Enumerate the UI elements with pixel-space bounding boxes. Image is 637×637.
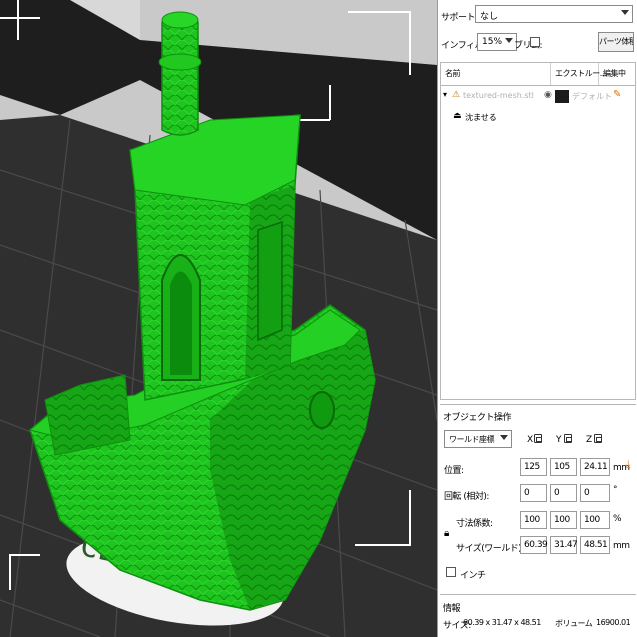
settings-panel: サポート: なし インフィル: 15% ブリム: パーツ体積... 名前 エクス… <box>437 0 637 637</box>
brim-checkbox[interactable] <box>530 37 540 47</box>
size-unit: mm <box>613 541 630 551</box>
infill-select[interactable]: 15% <box>477 33 517 51</box>
axis-y-label: Y <box>556 435 562 445</box>
infill-value: 15% <box>482 37 503 47</box>
rotation-label: 回転 (相対): <box>444 492 489 502</box>
info-size-value: 60.39 x 31.47 x 48.51 <box>463 618 541 627</box>
lock-icon[interactable] <box>564 434 572 443</box>
rotation-unit: ° <box>613 485 618 495</box>
list-item-object[interactable]: ▾ ⚠ textured-mesh.stl ◉ デフォルト ✎ <box>441 88 635 106</box>
info-volume-label: ボリューム <box>555 619 593 628</box>
warning-icon: ⚠ <box>452 90 461 100</box>
expand-arrow-icon[interactable]: ▾ <box>443 90 447 99</box>
drop-to-bed-button[interactable]: ⤓ <box>626 459 630 470</box>
size-label: サイズ(ワールド): <box>456 544 524 554</box>
col-edit-header[interactable]: 編集中 <box>599 63 637 85</box>
chevron-down-icon <box>505 38 513 43</box>
coord-value: ワールド座標 <box>449 435 495 444</box>
scale-label: 寸法係数: <box>456 519 493 529</box>
3d-viewport[interactable]: CL3D•XYS <box>0 0 437 637</box>
coord-select[interactable]: ワールド座標 <box>444 430 512 448</box>
support-value: なし <box>480 12 499 22</box>
chevron-down-icon <box>621 10 629 15</box>
object-name: textured-mesh.stl <box>463 91 534 100</box>
part-settings-button[interactable]: パーツ体積... <box>598 32 634 52</box>
manipulation-title: オブジェクト操作 <box>443 413 512 423</box>
position-x-field[interactable]: 125 <box>520 458 547 476</box>
scale-unit: % <box>613 514 622 524</box>
edit-icon[interactable]: ✎ <box>613 89 621 100</box>
info-volume-value: 16900.01 <box>596 618 631 627</box>
size-x-field[interactable]: 60.39 <box>520 536 548 554</box>
position-z-field[interactable]: 24.11 <box>580 458 610 476</box>
list-item-child[interactable]: ⏏ 沈ませる <box>441 109 635 127</box>
axis-z-label: Z <box>586 435 592 445</box>
scale-y-field[interactable]: 100 <box>550 511 577 529</box>
visibility-icon[interactable]: ◉ <box>544 90 552 100</box>
support-label: サポート: <box>441 13 478 23</box>
inch-label: インチ <box>460 571 486 581</box>
position-y-field[interactable]: 105 <box>550 458 577 476</box>
drop-to-bed-icon: ⏏ <box>453 111 462 121</box>
rotation-y-field[interactable]: 0 <box>550 484 577 502</box>
child-label: 沈ませる <box>465 113 497 122</box>
chevron-down-icon <box>500 435 508 440</box>
lock-icon[interactable] <box>534 434 542 443</box>
size-z-field[interactable]: 48.51 <box>580 536 610 554</box>
scale-z-field[interactable]: 100 <box>580 511 610 529</box>
extruder-color-swatch[interactable] <box>555 90 569 103</box>
info-title: 情報 <box>443 604 461 614</box>
object-extruder: デフォルト <box>572 92 612 101</box>
col-name-header[interactable]: 名前 <box>441 63 551 85</box>
object-list[interactable]: 名前 エクストルー... 編集中 ▾ ⚠ textured-mesh.stl ◉… <box>440 62 636 400</box>
axis-x-label: X <box>527 435 533 445</box>
position-label: 位置: <box>444 466 464 476</box>
col-extruder-header[interactable]: エクストルー... <box>551 63 606 85</box>
lock-icon[interactable] <box>594 434 602 443</box>
lock-icon[interactable]: 🔒︎ <box>444 528 449 539</box>
rotation-z-field[interactable]: 0 <box>580 484 610 502</box>
support-select[interactable]: なし <box>475 5 633 23</box>
rotation-x-field[interactable]: 0 <box>520 484 547 502</box>
inch-checkbox[interactable] <box>446 567 456 577</box>
size-y-field[interactable]: 31.47 <box>550 536 578 554</box>
scale-x-field[interactable]: 100 <box>520 511 547 529</box>
